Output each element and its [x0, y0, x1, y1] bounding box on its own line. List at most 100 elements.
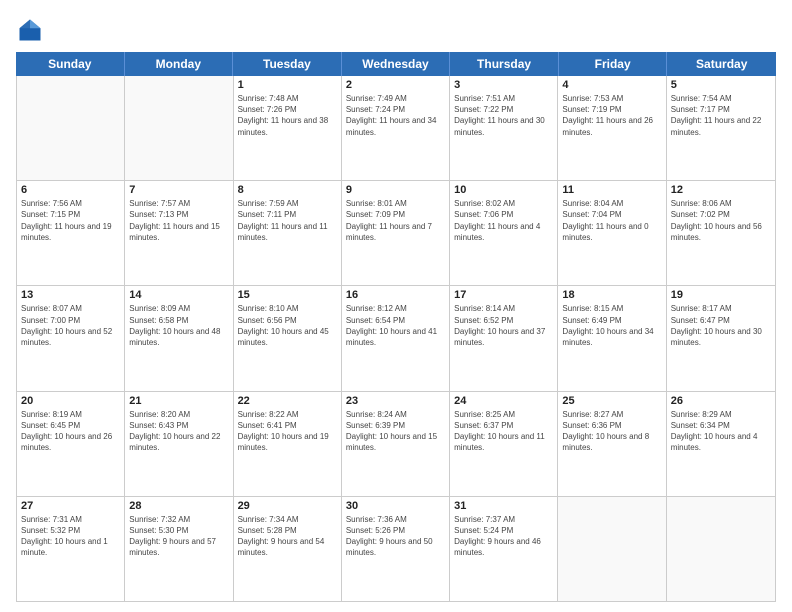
calendar-cell: 29Sunrise: 7:34 AMSunset: 5:28 PMDayligh…: [234, 497, 342, 601]
day-number: 27: [21, 500, 120, 512]
calendar-cell: 22 Sunrise: 8:22 AMSunset: 6:41 PMDayligh…: [234, 392, 342, 496]
day-number: 9: [346, 184, 445, 196]
calendar-cell: 6 Sunrise: 7:56 AMSunset: 7:15 PMDaylight…: [17, 181, 125, 285]
calendar-week-4: 20 Sunrise: 8:19 AMSunset: 6:45 PMDayligh…: [17, 392, 775, 497]
day-number: 20: [21, 395, 120, 407]
day-info: Sunrise: 8:10 AMSunset: 6:56 PMDaylight:…: [238, 303, 337, 348]
calendar-cell: 8 Sunrise: 7:59 AMSunset: 7:11 PMDaylight…: [234, 181, 342, 285]
day-info: Sunrise: 7:36 AMSunset: 5:26 PMDaylight:…: [346, 514, 445, 559]
calendar-cell: [125, 76, 233, 180]
calendar: SundayMondayTuesdayWednesdayThursdayFrid…: [16, 52, 776, 602]
day-info: Sunrise: 8:01 AMSunset: 7:09 PMDaylight:…: [346, 198, 445, 243]
day-info: Sunrise: 8:19 AMSunset: 6:45 PMDaylight:…: [21, 409, 120, 454]
day-number: 21: [129, 395, 228, 407]
header: [16, 16, 776, 44]
calendar-cell: 31 Sunrise: 7:37 AMSunset: 5:24 PMDayligh…: [450, 497, 558, 601]
calendar-cell: 3 Sunrise: 7:51 AMSunset: 7:22 PMDaylight…: [450, 76, 558, 180]
day-info: Sunrise: 7:51 AMSunset: 7:22 PMDaylight:…: [454, 93, 553, 138]
day-number: 28: [129, 500, 228, 512]
day-number: 23: [346, 395, 445, 407]
day-info: Sunrise: 8:20 AMSunset: 6:43 PMDaylight:…: [129, 409, 228, 454]
calendar-cell: 4 Sunrise: 7:53 AMSunset: 7:19 PMDaylight…: [558, 76, 666, 180]
page: SundayMondayTuesdayWednesdayThursdayFrid…: [0, 0, 792, 612]
calendar-cell: [558, 497, 666, 601]
calendar-cell: 13Sunrise: 8:07 AMSunset: 7:00 PMDayligh…: [17, 286, 125, 390]
day-number: 4: [562, 79, 661, 91]
header-day-tuesday: Tuesday: [233, 52, 342, 76]
day-info: Sunrise: 8:12 AMSunset: 6:54 PMDaylight:…: [346, 303, 445, 348]
logo-icon: [16, 16, 44, 44]
day-number: 24: [454, 395, 553, 407]
day-info: Sunrise: 7:59 AMSunset: 7:11 PMDaylight:…: [238, 198, 337, 243]
day-info: Sunrise: 8:15 AMSunset: 6:49 PMDaylight:…: [562, 303, 661, 348]
calendar-cell: 1Sunrise: 7:48 AMSunset: 7:26 PMDaylight…: [234, 76, 342, 180]
day-number: 2: [346, 79, 445, 91]
calendar-week-3: 13Sunrise: 8:07 AMSunset: 7:00 PMDayligh…: [17, 286, 775, 391]
day-info: Sunrise: 8:22 AMSunset: 6:41 PMDaylight:…: [238, 409, 337, 454]
day-number: 10: [454, 184, 553, 196]
day-number: 16: [346, 289, 445, 301]
day-info: Sunrise: 8:25 AMSunset: 6:37 PMDaylight:…: [454, 409, 553, 454]
day-number: 6: [21, 184, 120, 196]
calendar-cell: 14Sunrise: 8:09 AMSunset: 6:58 PMDayligh…: [125, 286, 233, 390]
calendar-cell: 19 Sunrise: 8:17 AMSunset: 6:47 PMDayligh…: [667, 286, 775, 390]
day-number: 19: [671, 289, 771, 301]
calendar-week-2: 6 Sunrise: 7:56 AMSunset: 7:15 PMDaylight…: [17, 181, 775, 286]
day-number: 31: [454, 500, 553, 512]
calendar-cell: 30 Sunrise: 7:36 AMSunset: 5:26 PMDayligh…: [342, 497, 450, 601]
day-number: 3: [454, 79, 553, 91]
day-number: 14: [129, 289, 228, 301]
calendar-cell: 7Sunrise: 7:57 AMSunset: 7:13 PMDaylight…: [125, 181, 233, 285]
day-info: Sunrise: 8:27 AMSunset: 6:36 PMDaylight:…: [562, 409, 661, 454]
day-number: 5: [671, 79, 771, 91]
day-info: Sunrise: 7:49 AMSunset: 7:24 PMDaylight:…: [346, 93, 445, 138]
calendar-cell: [17, 76, 125, 180]
day-info: Sunrise: 7:53 AMSunset: 7:19 PMDaylight:…: [562, 93, 661, 138]
day-number: 12: [671, 184, 771, 196]
day-info: Sunrise: 7:37 AMSunset: 5:24 PMDaylight:…: [454, 514, 553, 559]
day-info: Sunrise: 7:54 AMSunset: 7:17 PMDaylight:…: [671, 93, 771, 138]
calendar-cell: 28 Sunrise: 7:32 AMSunset: 5:30 PMDayligh…: [125, 497, 233, 601]
calendar-cell: 9 Sunrise: 8:01 AMSunset: 7:09 PMDaylight…: [342, 181, 450, 285]
calendar-cell: 18Sunrise: 8:15 AMSunset: 6:49 PMDayligh…: [558, 286, 666, 390]
header-day-friday: Friday: [559, 52, 668, 76]
day-info: Sunrise: 7:31 AMSunset: 5:32 PMDaylight:…: [21, 514, 120, 559]
calendar-cell: 10 Sunrise: 8:02 AMSunset: 7:06 PMDayligh…: [450, 181, 558, 285]
calendar-cell: 11Sunrise: 8:04 AMSunset: 7:04 PMDayligh…: [558, 181, 666, 285]
day-number: 17: [454, 289, 553, 301]
calendar-cell: 5 Sunrise: 7:54 AMSunset: 7:17 PMDaylight…: [667, 76, 775, 180]
day-info: Sunrise: 7:32 AMSunset: 5:30 PMDaylight:…: [129, 514, 228, 559]
day-info: Sunrise: 8:14 AMSunset: 6:52 PMDaylight:…: [454, 303, 553, 348]
calendar-cell: 16 Sunrise: 8:12 AMSunset: 6:54 PMDayligh…: [342, 286, 450, 390]
calendar-cell: 17 Sunrise: 8:14 AMSunset: 6:52 PMDayligh…: [450, 286, 558, 390]
calendar-cell: 24 Sunrise: 8:25 AMSunset: 6:37 PMDayligh…: [450, 392, 558, 496]
day-info: Sunrise: 8:06 AMSunset: 7:02 PMDaylight:…: [671, 198, 771, 243]
header-day-wednesday: Wednesday: [342, 52, 451, 76]
calendar-cell: 15 Sunrise: 8:10 AMSunset: 6:56 PMDayligh…: [234, 286, 342, 390]
day-number: 8: [238, 184, 337, 196]
header-day-sunday: Sunday: [16, 52, 125, 76]
day-number: 15: [238, 289, 337, 301]
day-info: Sunrise: 8:29 AMSunset: 6:34 PMDaylight:…: [671, 409, 771, 454]
calendar-cell: 26 Sunrise: 8:29 AMSunset: 6:34 PMDayligh…: [667, 392, 775, 496]
day-info: Sunrise: 8:02 AMSunset: 7:06 PMDaylight:…: [454, 198, 553, 243]
day-number: 30: [346, 500, 445, 512]
day-number: 29: [238, 500, 337, 512]
calendar-week-1: 1Sunrise: 7:48 AMSunset: 7:26 PMDaylight…: [17, 76, 775, 181]
logo: [16, 16, 48, 44]
calendar-cell: 23 Sunrise: 8:24 AMSunset: 6:39 PMDayligh…: [342, 392, 450, 496]
day-number: 26: [671, 395, 771, 407]
day-info: Sunrise: 7:56 AMSunset: 7:15 PMDaylight:…: [21, 198, 120, 243]
header-day-monday: Monday: [125, 52, 234, 76]
calendar-week-5: 27 Sunrise: 7:31 AMSunset: 5:32 PMDayligh…: [17, 497, 775, 601]
day-info: Sunrise: 8:17 AMSunset: 6:47 PMDaylight:…: [671, 303, 771, 348]
calendar-cell: 25Sunrise: 8:27 AMSunset: 6:36 PMDayligh…: [558, 392, 666, 496]
day-number: 22: [238, 395, 337, 407]
header-day-thursday: Thursday: [450, 52, 559, 76]
day-info: Sunrise: 7:48 AMSunset: 7:26 PMDaylight:…: [238, 93, 337, 138]
calendar-cell: 12 Sunrise: 8:06 AMSunset: 7:02 PMDayligh…: [667, 181, 775, 285]
calendar-cell: 21 Sunrise: 8:20 AMSunset: 6:43 PMDayligh…: [125, 392, 233, 496]
calendar-cell: [667, 497, 775, 601]
day-number: 11: [562, 184, 661, 196]
day-info: Sunrise: 8:24 AMSunset: 6:39 PMDaylight:…: [346, 409, 445, 454]
